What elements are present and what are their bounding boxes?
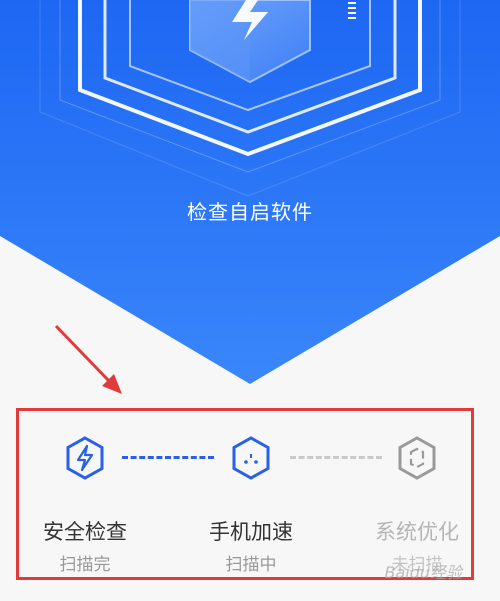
optimize-hexagon-icon	[398, 436, 436, 480]
step-title: 手机加速	[209, 520, 293, 544]
watermark: Baidu经验	[384, 563, 462, 582]
scan-screen: 检查自启软件 安全检查 扫描完 手机加速 扫描中 系统优化 未扫描 Baidu经…	[0, 0, 500, 601]
connector-pending	[290, 456, 382, 459]
step-title: 系统优化	[375, 520, 459, 544]
step-title: 安全检查	[43, 520, 127, 544]
speed-hexagon-icon	[232, 436, 270, 480]
connector-done	[122, 456, 214, 459]
bolt-hexagon-icon	[66, 436, 104, 480]
step-status: 扫描中	[225, 555, 277, 575]
step-status: 扫描完	[59, 555, 111, 575]
